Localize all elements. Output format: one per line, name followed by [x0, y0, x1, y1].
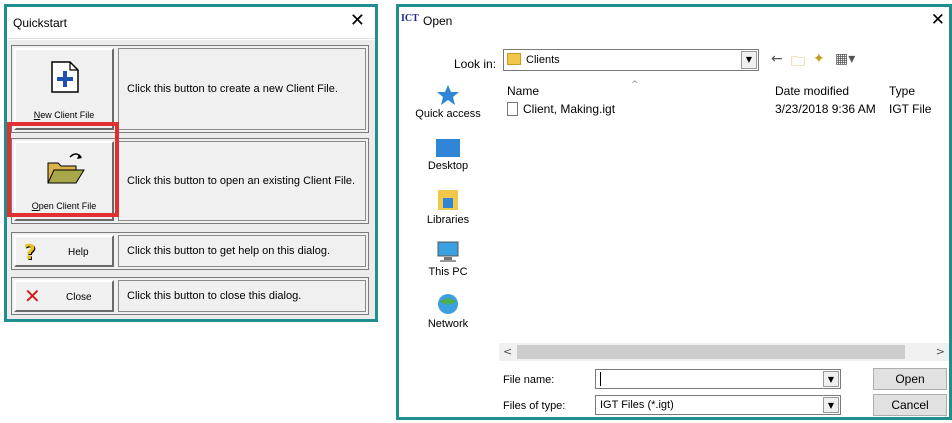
new-folder-icon[interactable]: ✦	[813, 51, 825, 67]
file-name-label: File name:	[503, 374, 555, 386]
column-header-date[interactable]: Date modified	[775, 84, 849, 98]
back-arrow-icon[interactable]: ←	[771, 51, 783, 67]
place-label: Libraries	[426, 214, 470, 226]
desktop-icon	[436, 139, 460, 157]
quickstart-titlebar: Quickstart ✕	[7, 7, 375, 39]
file-icon	[507, 102, 518, 116]
file-type: IGT File	[889, 102, 932, 116]
new-client-file-label: New Client File	[33, 110, 95, 120]
help-button-label: Help	[68, 247, 89, 258]
new-file-icon	[51, 61, 79, 93]
open-button[interactable]: Open	[873, 368, 947, 390]
chevron-down-icon[interactable]: ▼	[823, 371, 839, 387]
open-button-highlight	[7, 122, 119, 217]
help-row: ? Help Click this button to get help on …	[11, 232, 369, 270]
new-client-description: Click this button to create a new Client…	[118, 48, 366, 130]
look-in-label: Look in:	[454, 57, 497, 71]
sort-ascending-icon: ^	[631, 80, 639, 90]
network-globe-icon	[438, 294, 458, 314]
column-header-type[interactable]: Type	[889, 84, 915, 98]
scroll-left-icon[interactable]: <	[503, 345, 512, 358]
libraries-icon	[438, 190, 458, 210]
open-dialog: ICT Open ✕ Look in: Clients ▼ ← 🗀 ✦ ▦▾ Q…	[396, 4, 952, 420]
close-button-label: Close	[66, 292, 92, 303]
place-label: Network	[427, 318, 469, 330]
new-client-row: New Client File Click this button to cre…	[11, 45, 369, 133]
star-icon	[437, 85, 459, 105]
app-icon: ICT	[401, 13, 419, 24]
place-quick-access[interactable]: Quick access	[399, 84, 497, 120]
help-button[interactable]: ? Help	[14, 235, 114, 267]
file-name: Client, Making.igt	[523, 102, 616, 116]
folder-icon	[507, 53, 521, 65]
view-menu-icon[interactable]: ▦▾	[835, 51, 855, 67]
help-question-icon: ?	[24, 240, 36, 264]
up-folder-icon[interactable]: 🗀	[791, 51, 805, 75]
scroll-right-icon[interactable]: >	[936, 345, 945, 358]
cancel-button[interactable]: Cancel	[873, 394, 947, 416]
places-bar: Quick access Desktop Libraries This PC N…	[399, 80, 497, 362]
file-name-input[interactable]: ▼	[595, 369, 841, 389]
open-dialog-title: Open	[423, 14, 453, 28]
quickstart-title: Quickstart	[13, 16, 68, 30]
close-x-icon: ✕	[24, 284, 41, 308]
place-label: Quick access	[415, 108, 481, 120]
files-of-type-value: IGT Files (*.igt)	[600, 399, 674, 411]
close-icon[interactable]: ✕	[931, 10, 945, 30]
close-icon[interactable]: ✕	[350, 11, 365, 31]
place-this-pc[interactable]: This PC	[399, 240, 497, 278]
place-desktop[interactable]: Desktop	[399, 138, 497, 172]
file-date: 3/23/2018 9:36 AM	[775, 102, 876, 116]
place-network[interactable]: Network	[399, 292, 497, 330]
close-description: Click this button to close this dialog.	[118, 280, 366, 312]
files-of-type-label: Files of type:	[503, 400, 566, 412]
file-list: ^ Name Date modified Type Client, Making…	[499, 80, 949, 362]
close-dialog-button[interactable]: ✕ Close	[14, 280, 114, 312]
close-row: ✕ Close Click this button to close this …	[11, 277, 369, 315]
scroll-thumb[interactable]	[517, 345, 905, 359]
chevron-down-icon[interactable]: ▼	[741, 51, 757, 69]
new-client-file-button[interactable]: New Client File	[14, 48, 114, 130]
place-label: This PC	[428, 266, 468, 278]
open-client-description: Click this button to open an existing Cl…	[118, 141, 366, 221]
open-dialog-titlebar: ICT Open ✕	[399, 7, 949, 35]
look-in-combo[interactable]: Clients ▼	[503, 49, 759, 71]
horizontal-scrollbar[interactable]: < >	[499, 343, 949, 361]
column-header-name[interactable]: Name	[507, 84, 539, 98]
files-of-type-select[interactable]: IGT Files (*.igt) ▼	[595, 395, 841, 415]
computer-icon	[437, 241, 459, 262]
look-in-value: Clients	[526, 54, 560, 66]
place-label: Desktop	[427, 160, 469, 172]
place-libraries[interactable]: Libraries	[399, 188, 497, 226]
chevron-down-icon[interactable]: ▼	[823, 397, 839, 413]
help-description: Click this button to get help on this di…	[118, 235, 366, 267]
text-cursor	[600, 372, 601, 386]
